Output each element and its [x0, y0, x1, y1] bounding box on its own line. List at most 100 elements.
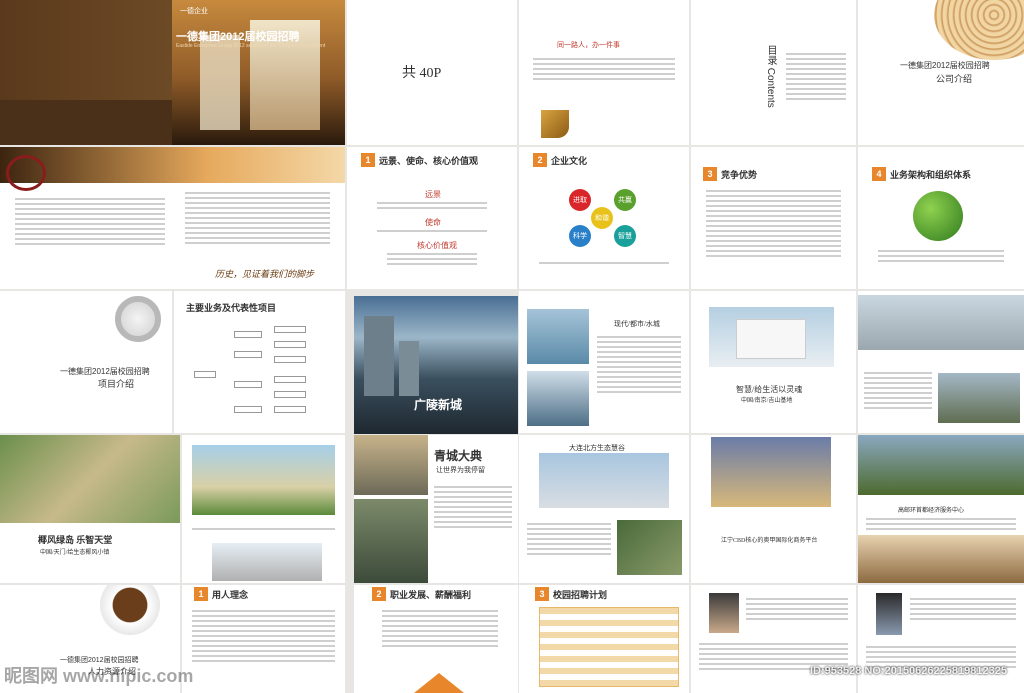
org-box	[274, 391, 306, 398]
cover-title: 一德集团2012届校园招聘	[176, 31, 300, 43]
plan-table	[539, 607, 679, 687]
section-3-header: 3 竞争优势	[703, 167, 851, 181]
city-photo	[399, 341, 419, 396]
org-box	[274, 406, 306, 413]
pyramid-chart	[414, 673, 464, 693]
guangling-page: 广陵新城	[354, 296, 518, 434]
coconut-title: 椰风绿岛 乐智天堂	[38, 535, 113, 545]
aerial-photo	[0, 435, 180, 523]
modern-title: 现代/都市/水城	[614, 320, 660, 328]
org-box	[234, 351, 262, 358]
dalian-page: 大连北方生态慧谷	[519, 435, 689, 583]
org-box	[274, 356, 306, 363]
cover-subtitle: Eastide Enterprise Group 2012 session of…	[176, 43, 326, 49]
history-page: 历史，见证着我们的脚步	[0, 147, 345, 289]
culture-circle: 和谐	[591, 207, 613, 229]
qingcheng-subtitle: 让世界为我停留	[436, 466, 485, 474]
page-count: 共 40P	[402, 66, 442, 81]
culture-circle: 共赢	[614, 189, 636, 211]
brand-logo: 一德企业	[180, 8, 208, 15]
waterfront-photo	[527, 309, 589, 364]
culture-circle: 科学	[569, 225, 591, 247]
qingcheng-title: 青城大典	[434, 449, 483, 463]
garden-photo	[858, 435, 1024, 495]
org-box	[194, 371, 216, 378]
business-page: 主要业务及代表性项目	[174, 291, 345, 433]
project-intro-line1: 一德集团2012届校园招聘	[60, 367, 150, 376]
modern-page: 现代/都市/水城	[519, 291, 689, 433]
org-box	[274, 341, 306, 348]
guangling-title: 广陵新城	[414, 398, 463, 412]
villa-photo	[858, 295, 1024, 350]
culture-page: 2 企业文化 进取 共赢 科学 智慧 和谐	[519, 147, 689, 289]
wisdom-page: 智慧/给生活以灵魂 中国/南京/吉山基地	[691, 291, 856, 433]
hr-section-1-header: 1 用人理念	[194, 587, 339, 601]
project-intro-page: 一德集团2012届校园招聘 项目介绍	[0, 291, 172, 433]
hall-photo	[858, 535, 1024, 583]
org-box	[234, 331, 262, 338]
pavilion-photo	[212, 543, 322, 581]
wisdom-title: 智慧/给生活以灵魂	[736, 385, 803, 394]
count-page: 共 40P	[347, 0, 517, 145]
city-photo	[354, 435, 428, 495]
globe-icon	[913, 191, 963, 241]
resort-page	[182, 435, 345, 583]
project-intro-line2: 项目介绍	[98, 379, 135, 389]
org-page: 4 业务架构和组织体系	[858, 147, 1024, 289]
hr-philosophy-page: 1 用人理念	[182, 585, 345, 693]
section-1-header: 1 远景、使命、核心价值观	[361, 153, 511, 167]
org-box	[234, 406, 262, 413]
dalian-title: 大连北方生态慧谷	[569, 444, 625, 452]
villa-page	[858, 291, 1024, 433]
wisdom-subtitle: 中国/南京/吉山基地	[741, 398, 793, 404]
org-box	[274, 376, 306, 383]
hr-section-3-header: 3 校园招聘计划	[535, 587, 683, 601]
company-intro-line2: 公司介绍	[936, 74, 973, 84]
page-curl	[541, 110, 569, 138]
coffee-cup-icon	[100, 585, 160, 635]
slogan: 同一路人，办一件事	[557, 42, 620, 49]
section-2-header: 2 企业文化	[533, 153, 683, 167]
company-intro-page: 一德集团2012届校园招聘 公司介绍	[858, 0, 1024, 145]
cover-page: 一德企业 一德集团2012届校园招聘 Eastide Enterprise Gr…	[0, 0, 345, 145]
tree-ring-image	[934, 0, 1024, 60]
coconut-subtitle: 中国/天门/给生态椰风小镇	[40, 550, 110, 556]
org-box	[234, 381, 262, 388]
calligraphy-icon	[6, 155, 46, 191]
villa-photo	[938, 373, 1020, 423]
org-box	[274, 326, 306, 333]
vision-page: 1 远景、使命、核心价值观 远景 使命 核心价值观	[347, 147, 517, 289]
employee-photo	[876, 593, 902, 635]
watermark-right: ID:953528 NO:20150626225819812325	[810, 665, 1007, 677]
beach-photo	[192, 445, 335, 515]
coconut-page: 椰风绿岛 乐智天堂 中国/天门/给生态椰风小镇	[0, 435, 180, 583]
intro-page: 同一路人，办一件事	[519, 0, 689, 145]
jiangning-title: 江宁CBD核心的奥甲国际化商务平台	[721, 538, 818, 544]
building-illustration	[200, 35, 240, 130]
recruit-plan-page: 3 校园招聘计划	[519, 585, 689, 693]
gaotie-page: 高邮环首都经济服务中心	[858, 435, 1024, 583]
toc-title: 目录 Contents	[765, 45, 776, 108]
watermark-left: 昵图网 www.nipic.com	[4, 666, 194, 686]
building-photo	[736, 319, 806, 359]
building-photo	[539, 453, 669, 508]
culture-circle: 进取	[569, 189, 591, 211]
magnifier-icon	[115, 296, 161, 342]
toc-page: 目录 Contents	[691, 0, 856, 145]
employee-photo	[709, 593, 739, 633]
qingcheng-page: 青城大典 让世界为我停留	[354, 435, 518, 583]
section-4-header: 4 业务架构和组织体系	[872, 167, 1022, 181]
career-page: 2 职业发展、薪酬福利	[354, 585, 518, 693]
advantage-page: 3 竞争优势	[691, 147, 856, 289]
city-photo	[364, 316, 394, 396]
hr-section-2-header: 2 职业发展、薪酬福利	[372, 587, 512, 601]
company-intro-line1: 一德集团2012届校园招聘	[900, 61, 990, 70]
jiangning-page: 江宁CBD核心的奥甲国际化商务平台	[691, 435, 856, 583]
business-header: 主要业务及代表性项目	[186, 303, 277, 313]
marina-photo	[527, 371, 589, 426]
city-photo	[354, 499, 428, 583]
culture-circle: 智慧	[614, 225, 636, 247]
tower-photo	[711, 437, 831, 507]
brochure-spread-grid: 一德企业 一德集团2012届校园招聘 Eastide Enterprise Gr…	[0, 0, 1024, 693]
history-caption: 历史，见证着我们的脚步	[215, 269, 315, 279]
